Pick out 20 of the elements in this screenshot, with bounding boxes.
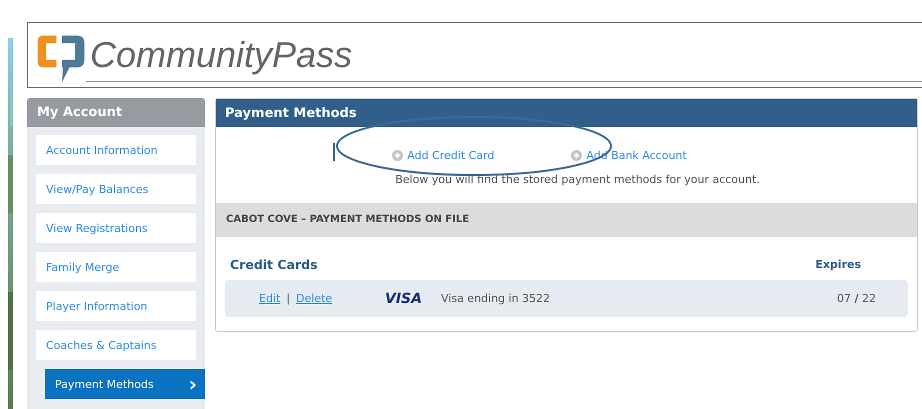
- section-heading: Credit Cards: [230, 257, 318, 272]
- card-link[interactable]: Delete: [296, 292, 332, 305]
- sidebar-item[interactable]: View Registrations: [36, 213, 196, 243]
- sidebar-item[interactable]: Payment Methods ›: [45, 369, 205, 399]
- sidebar-item[interactable]: Coaches & Captains: [36, 330, 196, 360]
- brand-name: CommunityPass: [90, 34, 354, 74]
- sidebar-item[interactable]: View/Pay Balances: [36, 174, 196, 204]
- card-description: Visa ending in 3522: [441, 292, 552, 305]
- separator: |: [286, 292, 290, 305]
- sidebar-title: My Account: [27, 98, 205, 127]
- column-heading: Expires: [815, 258, 861, 271]
- expiry-date: 07 / 22: [836, 292, 876, 305]
- sidebar-item[interactable]: Player Information: [36, 291, 196, 321]
- section-header: CABOT COVE – PAYMENT METHODS ON FILE: [216, 203, 917, 237]
- sidebar-item[interactable]: Family Merge: [36, 252, 196, 282]
- card-link[interactable]: Edit: [259, 292, 280, 305]
- panel-title: Payment Methods: [216, 99, 917, 127]
- add-link[interactable]: Add Credit Card: [392, 149, 494, 162]
- sidebar-item[interactable]: Account Information: [36, 135, 196, 165]
- card-brand-logo: VISA: [385, 290, 423, 306]
